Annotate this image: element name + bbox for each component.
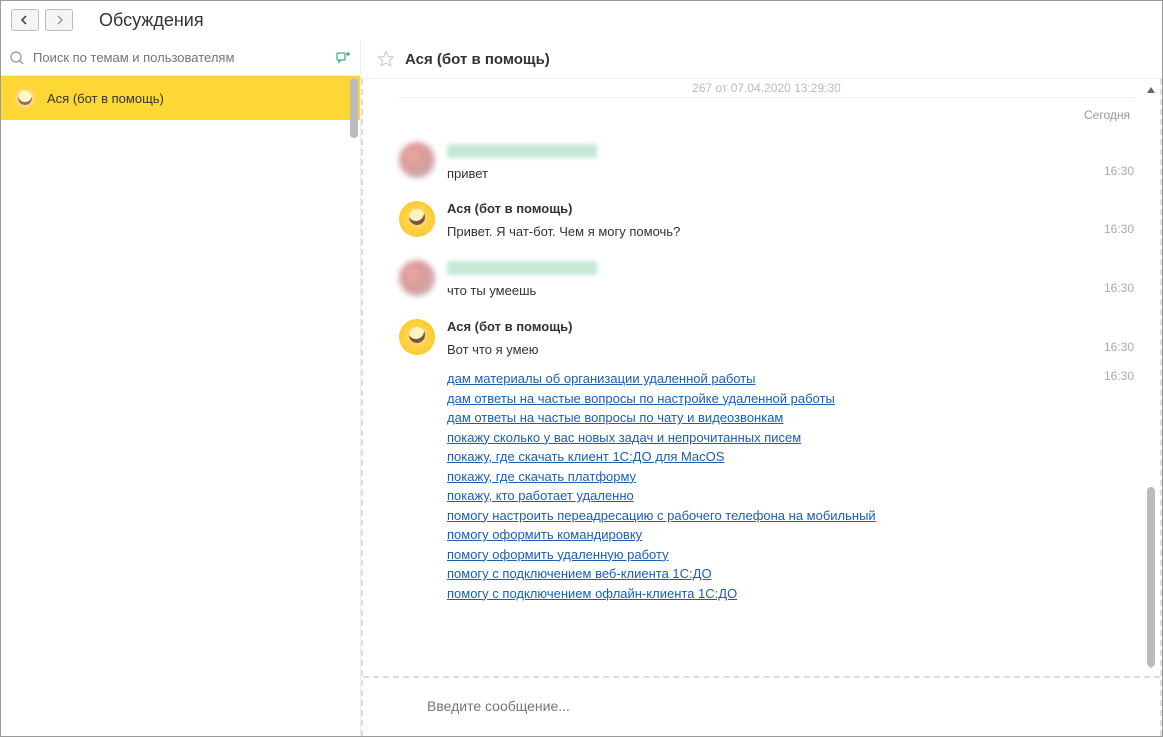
message-text: что ты умеешь: [447, 281, 536, 301]
capability-link[interactable]: покажу сколько у вас новых задач и непро…: [447, 428, 876, 448]
capability-link[interactable]: помогу оформить командировку: [447, 525, 876, 545]
chat-list: Ася (бот в помощь): [1, 76, 360, 736]
scrollbar-thumb[interactable]: [1147, 487, 1155, 667]
scrollbar-thumb[interactable]: [350, 78, 358, 138]
capability-link[interactable]: помогу с подключением веб-клиента 1С:ДО: [447, 564, 876, 584]
arrow-right-icon: [53, 14, 65, 26]
bot-avatar-icon: [399, 319, 435, 355]
message-text: Вот что я умею: [447, 340, 539, 360]
chat-item-name: Ася (бот в помощь): [47, 91, 164, 106]
capability-link[interactable]: дам ответы на частые вопросы по настройк…: [447, 389, 876, 409]
capability-link[interactable]: дам материалы об организации удаленной р…: [447, 369, 876, 389]
user-avatar-icon: [399, 260, 435, 296]
message-body: Ася (бот в помощь) Вот что я умею 16:30 …: [447, 319, 1134, 608]
message-body: Ася (бот в помощь) Привет. Я чат-бот. Че…: [447, 201, 1134, 246]
message-row: Вот что я умею 16:30: [447, 340, 1134, 360]
message-links-row: дам материалы об организации удаленной р…: [447, 369, 1134, 603]
message-time: 16:30: [1104, 340, 1134, 354]
capability-link[interactable]: покажу, кто работает удаленно: [447, 486, 876, 506]
page-title: Обсуждения: [99, 10, 204, 31]
star-icon[interactable]: [377, 50, 395, 68]
prev-meta: 267 от 07.04.2020 13:29:30: [399, 79, 1134, 98]
search-input[interactable]: [29, 46, 328, 69]
scroll-up-icon[interactable]: [1147, 87, 1155, 93]
add-chat-button[interactable]: [334, 49, 352, 67]
capability-link[interactable]: покажу, где скачать платформу: [447, 467, 876, 487]
search-icon: [9, 50, 25, 66]
day-divider: Сегодня: [399, 102, 1134, 128]
search-input-wrap: [9, 46, 328, 69]
user-avatar-icon: [399, 142, 435, 178]
nav-forward-button[interactable]: [45, 9, 73, 31]
nav-back-button[interactable]: [11, 9, 39, 31]
sidebar: Ася (бот в помощь): [1, 40, 361, 736]
search-row: [1, 40, 360, 76]
capability-link[interactable]: помогу настроить переадресацию с рабочег…: [447, 506, 876, 526]
bot-avatar-icon: [399, 201, 435, 237]
message: Ася (бот в помощь) Вот что я умею 16:30 …: [399, 319, 1134, 608]
conversation-title: Ася (бот в помощь): [405, 51, 550, 68]
message-row: что ты умеешь 16:30: [447, 281, 1134, 301]
message-body: привет 16:30: [447, 142, 1134, 187]
capability-link[interactable]: дам ответы на частые вопросы по чату и в…: [447, 408, 876, 428]
message-time: 16:30: [1104, 281, 1134, 295]
chat-item-asya[interactable]: Ася (бот в помощь): [1, 76, 360, 120]
message-text: привет: [447, 164, 488, 184]
message: что ты умеешь 16:30: [399, 260, 1134, 305]
message-links: дам материалы об организации удаленной р…: [447, 369, 876, 603]
arrow-left-icon: [19, 14, 31, 26]
main: Ася (бот в помощь) 267 от 07.04.2020 13:…: [361, 40, 1162, 736]
messages-scrollbar[interactable]: [1146, 87, 1156, 668]
bot-avatar-icon: [13, 86, 37, 110]
message-time: 16:30: [1104, 369, 1134, 383]
main-content: 267 от 07.04.2020 13:29:30 Сегодня приве…: [363, 79, 1160, 736]
message-sender: [447, 260, 1134, 276]
message-text: Привет. Я чат-бот. Чем я могу помочь?: [447, 222, 680, 242]
message-time: 16:30: [1104, 164, 1134, 178]
compose-input[interactable]: [423, 694, 1140, 718]
message-sender: [447, 142, 1134, 158]
capability-link[interactable]: помогу с подключением офлайн-клиента 1С:…: [447, 584, 876, 604]
message-row: привет 16:30: [447, 164, 1134, 184]
conversation-header: Ася (бот в помощь): [361, 40, 1162, 79]
main-wrap: 267 от 07.04.2020 13:29:30 Сегодня приве…: [361, 79, 1162, 736]
compose-area: [363, 676, 1160, 736]
body: Ася (бот в помощь) Ася (бот в помощь) 26…: [1, 40, 1162, 736]
message-row: Привет. Я чат-бот. Чем я могу помочь? 16…: [447, 222, 1134, 242]
message: привет 16:30: [399, 142, 1134, 187]
capability-link[interactable]: помогу оформить удаленную работу: [447, 545, 876, 565]
sender-redacted: [447, 144, 597, 158]
message-sender: Ася (бот в помощь): [447, 201, 1134, 216]
sender-redacted: [447, 261, 597, 275]
capability-link[interactable]: покажу, где скачать клиент 1С:ДО для Mac…: [447, 447, 876, 467]
message-time: 16:30: [1104, 222, 1134, 236]
header: Обсуждения: [1, 1, 1162, 40]
sidebar-scrollbar[interactable]: [350, 78, 358, 138]
message-body: что ты умеешь 16:30: [447, 260, 1134, 305]
message: Ася (бот в помощь) Привет. Я чат-бот. Че…: [399, 201, 1134, 246]
add-chat-icon: [335, 50, 351, 66]
app-window: Обсуждения Ася (бот в помощь): [0, 0, 1163, 737]
message-sender: Ася (бот в помощь): [447, 319, 1134, 334]
messages-list: 267 от 07.04.2020 13:29:30 Сегодня приве…: [363, 79, 1160, 676]
